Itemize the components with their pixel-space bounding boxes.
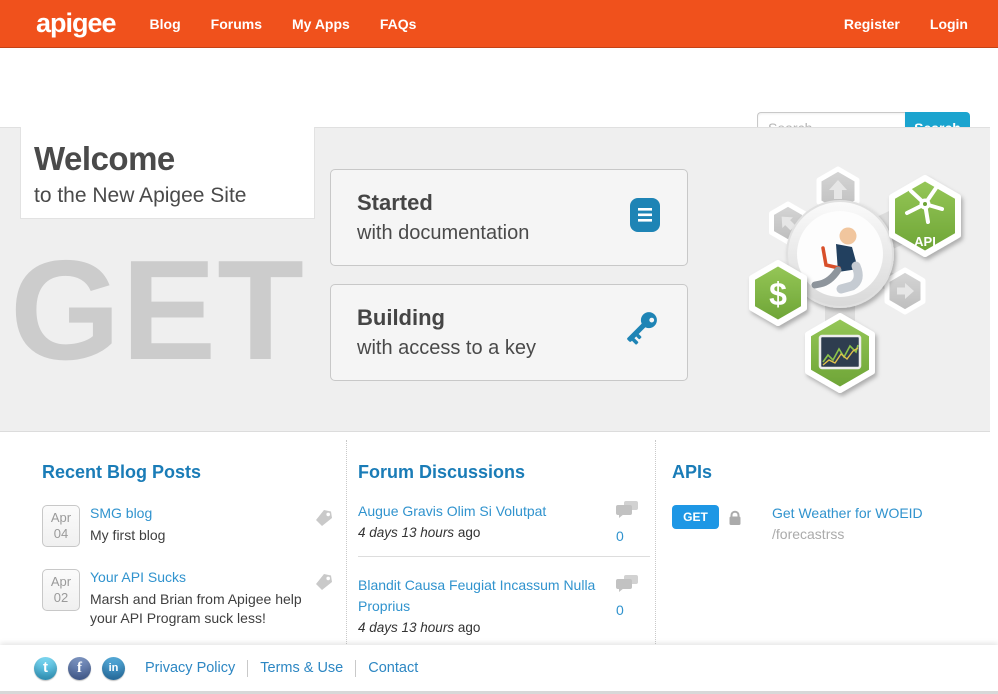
welcome-box: Welcome to the New Apigee Site <box>20 127 315 219</box>
nav-item-faqs[interactable]: FAQs <box>380 16 417 32</box>
tag-icon <box>313 571 334 597</box>
forum-topic-link[interactable]: Blandit Causa Feugiat Incassum Nulla Pro… <box>358 577 595 613</box>
apigee-logo[interactable]: apigee <box>36 8 116 39</box>
reply-count-link[interactable]: 0 <box>616 528 642 544</box>
footer-links: Privacy Policy Terms & Use Contact <box>145 660 418 677</box>
api-path: /forecastrss <box>772 526 923 542</box>
privacy-policy-link[interactable]: Privacy Policy <box>145 660 235 676</box>
api-ecosystem-illustration: API $ <box>735 156 975 416</box>
primary-nav: Blog Forums My Apps FAQs <box>150 16 844 32</box>
divider <box>358 556 650 557</box>
card-subtitle: with documentation <box>357 222 629 245</box>
blog-post-summary: My first blog <box>90 526 165 545</box>
column-divider <box>346 440 347 664</box>
card-title: Started <box>357 190 433 215</box>
get-started-card[interactable]: Started with documentation <box>330 169 688 266</box>
analytics-hex-glyph <box>820 336 860 368</box>
blog-post-summary: Marsh and Brian from Apigee help your AP… <box>90 590 304 628</box>
contact-link[interactable]: Contact <box>368 660 418 676</box>
login-link[interactable]: Login <box>930 16 968 32</box>
nav-item-forums[interactable]: Forums <box>211 16 262 32</box>
blog-post-link[interactable]: SMG blog <box>90 505 152 521</box>
dollar-hex-glyph: $ <box>769 276 787 312</box>
forum-timestamp: 4 days 13 hours ago <box>358 620 606 635</box>
forum-topic: Blandit Causa Feugiat Incassum Nulla Pro… <box>358 575 650 635</box>
hero-section: Welcome to the New Apigee Site GET Start… <box>0 127 990 432</box>
recent-blog-posts-column: Recent Blog Posts Apr 04 SMG blog My fir… <box>42 432 334 628</box>
document-icon <box>629 196 661 239</box>
card-subtitle: with access to a key <box>357 337 617 360</box>
get-building-card[interactable]: Building with access to a key <box>330 284 688 381</box>
date-badge: Apr 02 <box>42 569 80 611</box>
divider <box>247 660 248 677</box>
twitter-icon[interactable]: t <box>34 657 57 680</box>
page-footer: t f in Privacy Policy Terms & Use Contac… <box>0 645 998 694</box>
get-watermark: GET <box>10 240 305 382</box>
column-divider <box>655 440 656 664</box>
date-badge: Apr 04 <box>42 505 80 547</box>
forum-timestamp: 4 days 13 hours ago <box>358 525 606 540</box>
comments-icon <box>614 580 640 597</box>
facebook-icon[interactable]: f <box>68 657 91 680</box>
top-nav-bar: apigee Blog Forums My Apps FAQs Register… <box>0 0 998 48</box>
api-link[interactable]: Get Weather for WOEID <box>772 505 923 521</box>
nav-item-my-apps[interactable]: My Apps <box>292 16 350 32</box>
search-band: Search <box>0 48 998 127</box>
auth-nav: Register Login <box>844 16 968 32</box>
blog-heading: Recent Blog Posts <box>42 462 334 483</box>
reply-count-link[interactable]: 0 <box>616 602 642 618</box>
blog-post: Apr 02 Your API Sucks Marsh and Brian fr… <box>42 569 334 628</box>
blog-post-link[interactable]: Your API Sucks <box>90 569 186 585</box>
register-link[interactable]: Register <box>844 16 900 32</box>
forum-topic-link[interactable]: Augue Gravis Olim Si Volutpat <box>358 503 546 519</box>
api-method-row: GET Get Weather for WOEID /forecastrss <box>672 505 972 542</box>
social-links: t f in <box>34 657 125 680</box>
apigee-portal-page: apigee Blog Forums My Apps FAQs Register… <box>0 0 998 694</box>
forum-topic: Augue Gravis Olim Si Volutpat 4 days 13 … <box>358 501 650 540</box>
key-icon <box>617 306 661 359</box>
nav-item-blog[interactable]: Blog <box>150 16 181 32</box>
blog-post: Apr 04 SMG blog My first blog <box>42 505 334 547</box>
apis-heading: APIs <box>672 462 972 483</box>
divider <box>355 660 356 677</box>
linkedin-icon[interactable]: in <box>102 657 125 680</box>
comments-icon <box>614 506 640 523</box>
welcome-subtitle: to the New Apigee Site <box>34 184 314 208</box>
get-method-badge[interactable]: GET <box>672 505 719 529</box>
apis-column: APIs GET Get Weather for WOEID /forecast… <box>672 432 972 542</box>
content-area: Recent Blog Posts Apr 04 SMG blog My fir… <box>0 432 998 645</box>
card-title: Building <box>357 305 445 330</box>
terms-link[interactable]: Terms & Use <box>260 660 343 676</box>
lock-icon <box>727 510 743 531</box>
welcome-title: Welcome <box>34 140 314 178</box>
forum-heading: Forum Discussions <box>358 462 650 483</box>
svg-text:API: API <box>914 234 936 249</box>
tag-icon <box>313 507 334 533</box>
